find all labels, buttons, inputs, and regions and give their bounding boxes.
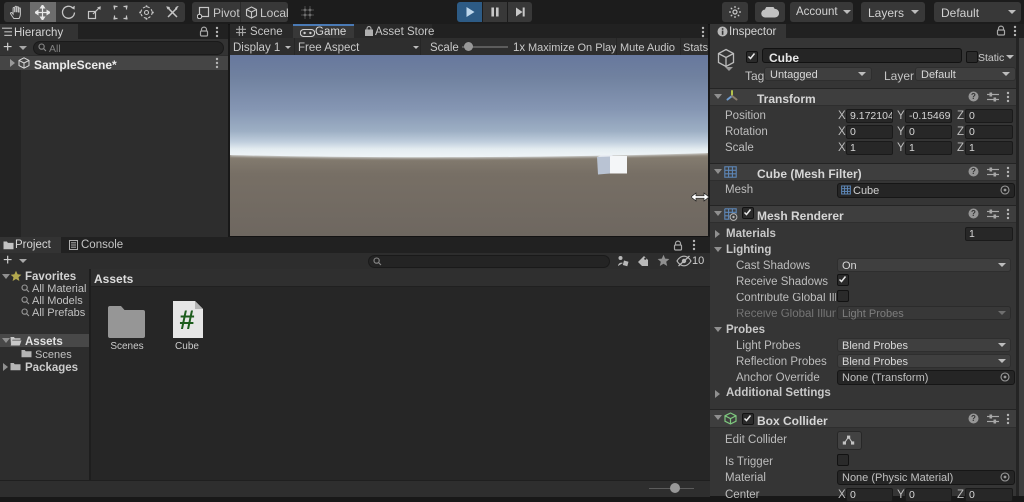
svg-text:?: ? <box>971 209 976 218</box>
svg-text:#: # <box>179 305 194 335</box>
svg-text:?: ? <box>971 167 976 176</box>
svg-text:?: ? <box>971 414 976 423</box>
svg-text:?: ? <box>971 92 976 101</box>
